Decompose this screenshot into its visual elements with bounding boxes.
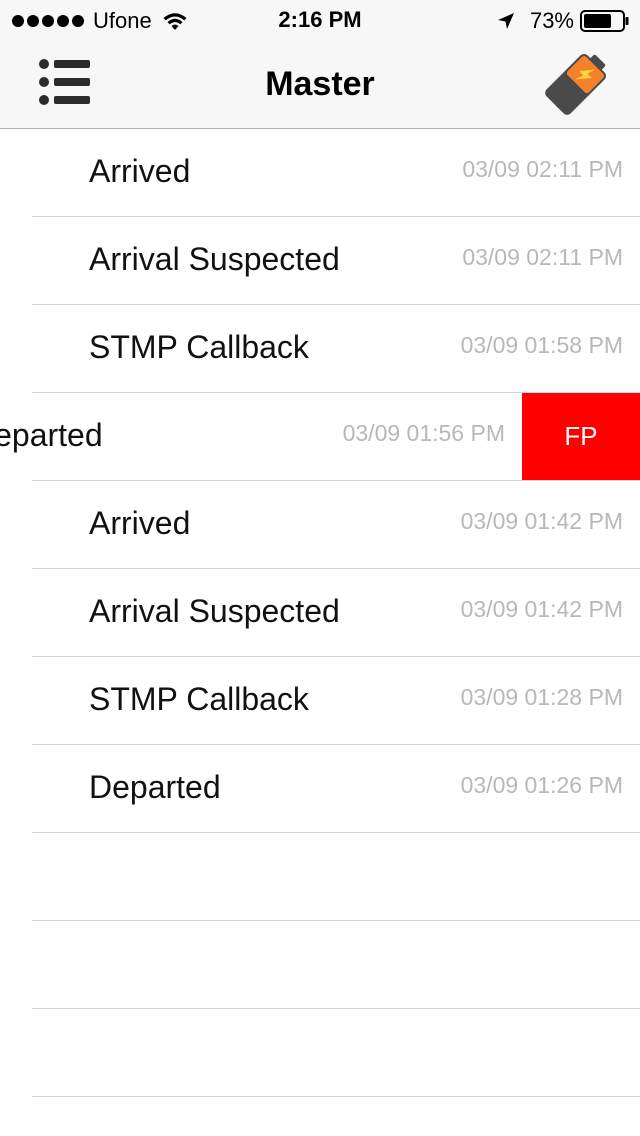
event-timestamp: 03/09 01:28 PM bbox=[460, 684, 623, 710]
list-item[interactable]: Arrival Suspected 03/09 01:42 PM bbox=[0, 569, 640, 657]
empty-list-row bbox=[0, 1009, 640, 1097]
event-timestamp: 03/09 01:26 PM bbox=[460, 772, 623, 798]
screen: Ufone 2:16 PM 73% Master Arrived 03/09 0… bbox=[0, 0, 640, 1136]
event-title: STMP Callback bbox=[89, 681, 309, 717]
event-title: Arrived bbox=[89, 153, 191, 189]
event-title: Departed bbox=[89, 769, 221, 805]
list-item[interactable]: Arrival Suspected 03/09 02:11 PM bbox=[0, 217, 640, 305]
event-timestamp: 03/09 01:42 PM bbox=[460, 508, 623, 534]
event-timestamp: 03/09 01:56 PM bbox=[342, 420, 505, 446]
fp-action-button[interactable]: FP bbox=[522, 393, 640, 480]
status-bar: Ufone 2:16 PM 73% bbox=[0, 0, 640, 40]
list-item[interactable]: STMP Callback 03/09 01:58 PM bbox=[0, 305, 640, 393]
event-title: Arrival Suspected bbox=[89, 593, 340, 629]
status-right: 73% bbox=[496, 8, 630, 34]
list-item[interactable]: Departed 03/09 01:26 PM bbox=[0, 745, 640, 833]
list-item[interactable]: STMP Callback 03/09 01:28 PM bbox=[0, 657, 640, 745]
navigation-bar: Master bbox=[0, 40, 640, 129]
list-item[interactable]: Arrived 03/09 01:42 PM bbox=[0, 481, 640, 569]
event-timestamp: 03/09 01:58 PM bbox=[460, 332, 623, 358]
event-timestamp: 03/09 01:42 PM bbox=[460, 596, 623, 622]
battery-charging-icon[interactable] bbox=[540, 46, 614, 120]
location-arrow-icon bbox=[497, 13, 514, 29]
list-item-swiped[interactable]: Departed 03/09 01:56 PM FP bbox=[0, 393, 640, 481]
event-title: STMP Callback bbox=[89, 329, 309, 365]
event-title: Arrival Suspected bbox=[89, 241, 340, 277]
event-timestamp: 03/09 02:11 PM bbox=[462, 156, 623, 182]
event-list: Arrived 03/09 02:11 PM Arrival Suspected… bbox=[0, 129, 640, 1097]
empty-list-row bbox=[0, 833, 640, 921]
battery-icon bbox=[580, 10, 629, 32]
empty-list-row bbox=[0, 921, 640, 1009]
event-title: Departed bbox=[0, 417, 103, 453]
event-title: Arrived bbox=[89, 505, 191, 541]
list-item[interactable]: Arrived 03/09 02:11 PM bbox=[0, 129, 640, 217]
battery-percentage: 73% bbox=[529, 8, 574, 33]
swiped-row-content[interactable]: Departed 03/09 01:56 PM bbox=[0, 393, 522, 481]
event-timestamp: 03/09 02:11 PM bbox=[462, 244, 623, 270]
row-divider bbox=[32, 1096, 640, 1097]
